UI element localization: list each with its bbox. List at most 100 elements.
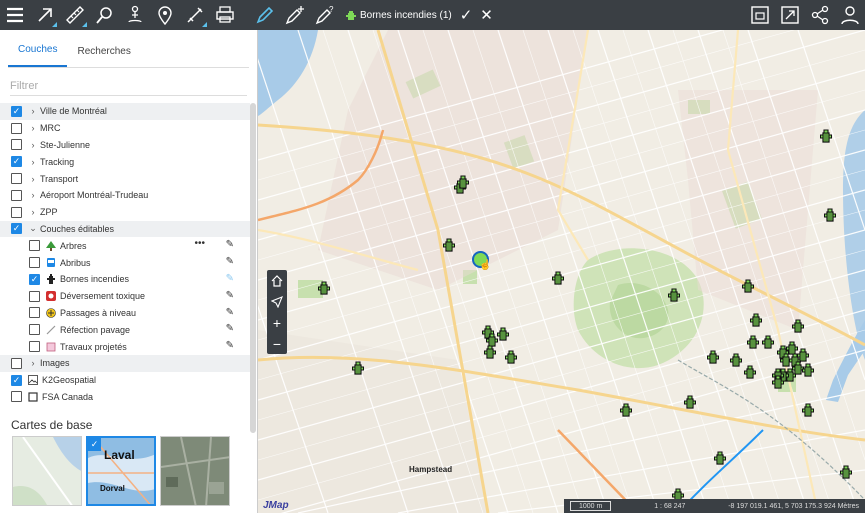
layer-checkbox[interactable] xyxy=(11,139,22,151)
hydrant-marker[interactable] xyxy=(792,319,804,336)
hydrant-marker[interactable] xyxy=(552,271,564,288)
hydrant-marker[interactable] xyxy=(620,403,632,420)
chevron-down-icon[interactable]: ⌄ xyxy=(26,223,40,234)
hydrant-marker[interactable] xyxy=(352,361,364,378)
hydrant-marker[interactable] xyxy=(747,335,759,352)
edit-pencil-icon[interactable]: ✎ xyxy=(226,307,234,318)
hydrant-marker[interactable] xyxy=(772,375,784,392)
chevron-right-icon[interactable]: › xyxy=(26,106,40,116)
hydrant-marker[interactable] xyxy=(730,353,742,370)
layer-checkbox[interactable]: ✓ xyxy=(11,223,22,235)
pencil-icon[interactable] xyxy=(250,0,280,30)
chevron-right-icon[interactable]: › xyxy=(26,190,40,200)
hydrant-marker[interactable] xyxy=(802,363,814,380)
sublayer-row[interactable]: ✓ Bornes incendies ✎ xyxy=(0,271,250,288)
layer-checkbox[interactable]: ✓ xyxy=(29,273,40,285)
ruler-icon[interactable] xyxy=(60,0,90,30)
hydrant-marker[interactable] xyxy=(714,451,726,468)
sublayer-row[interactable]: Réfection pavage ✎ xyxy=(0,321,250,338)
fullscreen-icon[interactable] xyxy=(775,0,805,30)
more-options-icon[interactable]: ••• xyxy=(194,238,205,249)
sublayer-row[interactable]: Travaux projetés ✎ xyxy=(0,338,250,355)
zoom-in-button[interactable]: + xyxy=(267,312,287,333)
chevron-right-icon[interactable]: › xyxy=(26,123,40,133)
map-view[interactable]: ☝ + − Hampstead JMap 1000 m 1 : 68 247 -… xyxy=(258,30,865,513)
layer-checkbox[interactable] xyxy=(11,391,22,403)
hydrant-marker[interactable] xyxy=(457,175,469,192)
edit-pencil-icon[interactable]: ✎ xyxy=(226,290,234,301)
layer-checkbox[interactable] xyxy=(29,240,40,252)
layer-checkbox[interactable] xyxy=(11,122,22,134)
layer-checkbox[interactable] xyxy=(29,307,40,319)
route-icon[interactable] xyxy=(180,0,210,30)
chevron-right-icon[interactable]: › xyxy=(26,140,40,150)
edit-pencil-icon[interactable]: ✎ xyxy=(226,323,234,334)
layer-checkbox[interactable] xyxy=(29,324,40,336)
layer-checkbox[interactable]: ✓ xyxy=(11,156,22,168)
zoom-out-button[interactable]: − xyxy=(267,333,287,354)
sublayer-row[interactable]: Passages à niveau ✎ xyxy=(0,305,250,322)
chevron-right-icon[interactable]: › xyxy=(26,207,40,217)
person-pin-icon[interactable] xyxy=(120,0,150,30)
pencil-question-icon[interactable]: ? xyxy=(310,0,340,30)
sidebar-scrollbar[interactable] xyxy=(250,103,256,433)
hydrant-marker[interactable] xyxy=(318,281,330,298)
printer-icon[interactable] xyxy=(210,0,240,30)
layer-checkbox[interactable]: ✓ xyxy=(11,374,22,386)
location-search-icon[interactable] xyxy=(90,0,120,30)
layer-row[interactable]: › Transport xyxy=(0,170,250,187)
user-icon[interactable] xyxy=(835,0,865,30)
layer-checkbox[interactable] xyxy=(29,341,40,353)
base-map-thumb[interactable] xyxy=(160,436,230,506)
layer-checkbox[interactable] xyxy=(29,290,40,302)
layer-checkbox[interactable] xyxy=(11,173,22,185)
chevron-right-icon[interactable]: › xyxy=(26,174,40,184)
layer-checkbox[interactable] xyxy=(11,189,22,201)
arrow-icon[interactable] xyxy=(30,0,60,30)
layer-row[interactable]: › ZPP xyxy=(0,204,250,221)
menu-icon[interactable] xyxy=(0,0,30,30)
edit-pencil-icon[interactable]: ✎ xyxy=(226,340,234,351)
layer-row[interactable]: › MRC xyxy=(0,120,250,137)
hydrant-marker[interactable] xyxy=(484,345,496,362)
map-pin-icon[interactable] xyxy=(150,0,180,30)
edit-pencil-icon[interactable]: ✎ xyxy=(226,239,234,250)
hydrant-marker[interactable] xyxy=(744,365,756,382)
confirm-button[interactable]: ✓ xyxy=(460,6,473,24)
hydrant-marker[interactable] xyxy=(820,129,832,146)
hydrant-marker[interactable] xyxy=(750,313,762,330)
hydrant-marker[interactable] xyxy=(824,208,836,225)
hydrant-marker[interactable] xyxy=(742,279,754,296)
hydrant-marker[interactable] xyxy=(840,465,852,482)
hydrant-marker[interactable] xyxy=(443,238,455,255)
edit-pencil-icon[interactable]: ✎ xyxy=(226,273,234,284)
navigate-icon[interactable] xyxy=(267,291,287,312)
hydrant-marker[interactable] xyxy=(684,395,696,412)
frame-icon[interactable] xyxy=(745,0,775,30)
layer-row[interactable]: ✓ › Ville de Montréal xyxy=(0,103,250,120)
sublayer-row[interactable]: Arbres ••• ✎ xyxy=(0,237,250,254)
base-map-thumb-selected[interactable]: ✓ Laval Dorval xyxy=(86,436,156,506)
chevron-right-icon[interactable]: › xyxy=(26,157,40,167)
layer-checkbox[interactable] xyxy=(29,257,40,269)
hydrant-marker[interactable] xyxy=(802,403,814,420)
layer-row[interactable]: › Ste-Julienne xyxy=(0,137,250,154)
layer-checkbox[interactable]: ✓ xyxy=(11,105,22,117)
tab-couches[interactable]: Couches xyxy=(8,44,68,67)
base-map-thumb[interactable] xyxy=(12,436,82,506)
layer-checkbox[interactable] xyxy=(11,206,22,218)
layer-row[interactable]: ✓ › Tracking xyxy=(0,153,250,170)
layer-row[interactable]: › Aéroport Montréal-Trudeau xyxy=(0,187,250,204)
filter-input[interactable]: Filtrer xyxy=(10,76,247,96)
share-icon[interactable] xyxy=(805,0,835,30)
chevron-right-icon[interactable]: › xyxy=(26,358,40,368)
layer-row[interactable]: ✓ ⌄ Couches éditables xyxy=(0,220,250,238)
hydrant-marker[interactable] xyxy=(497,327,509,344)
tab-recherches[interactable]: Recherches xyxy=(67,46,140,67)
edit-pencil-icon[interactable]: ✎ xyxy=(226,256,234,267)
layer-row[interactable]: ✓ K2Geospatial xyxy=(0,372,250,389)
layer-row[interactable]: › Images xyxy=(0,354,250,372)
hydrant-marker[interactable] xyxy=(762,335,774,352)
hydrant-marker[interactable] xyxy=(707,350,719,367)
hydrant-marker[interactable] xyxy=(668,288,680,305)
